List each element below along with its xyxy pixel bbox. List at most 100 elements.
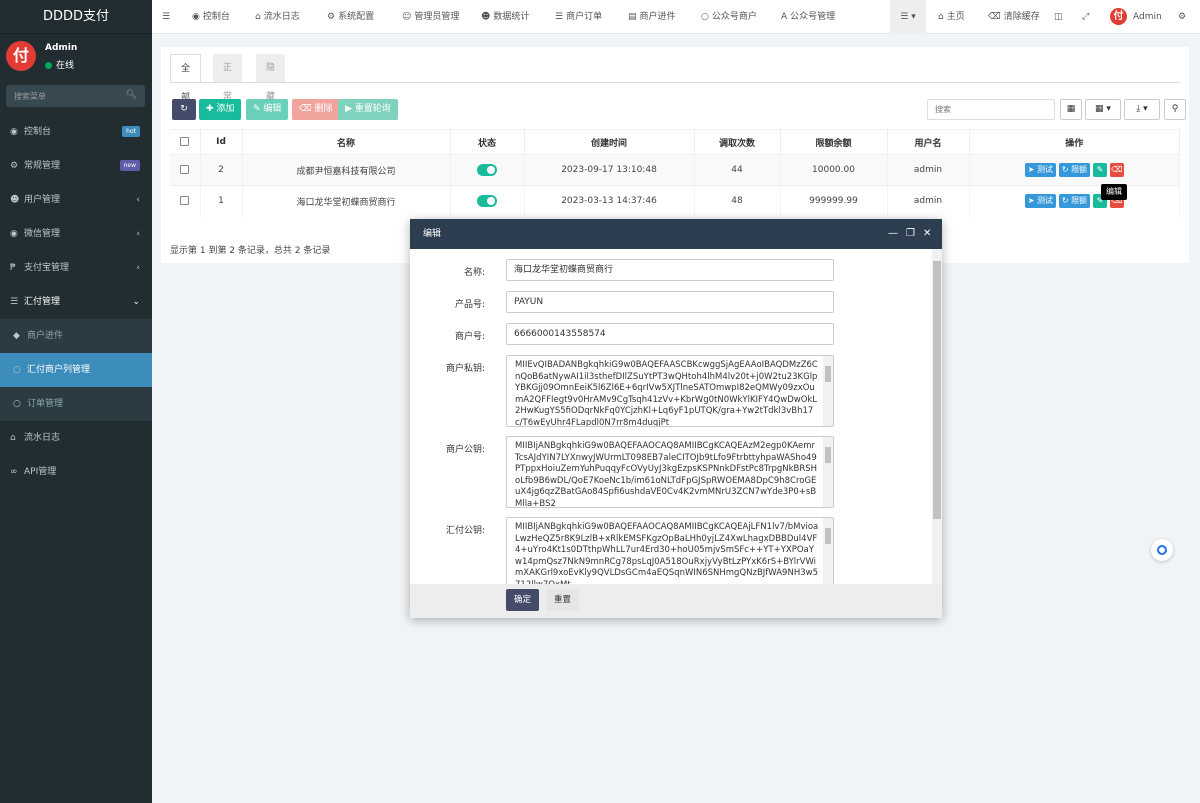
product-field[interactable]: PAYUN xyxy=(506,291,834,313)
circle-icon: ○ xyxy=(13,399,21,409)
link-icon: ∞ xyxy=(10,467,18,477)
product-label: 产品号: xyxy=(454,300,485,310)
refresh-button[interactable]: ↻ xyxy=(172,99,196,120)
limit-label: 限额 xyxy=(1071,165,1088,174)
tab-normal[interactable]: 正常 xyxy=(213,54,243,102)
delete-button[interactable]: ⌫ 删除 xyxy=(292,99,340,120)
limit-button[interactable]: ↻ 限额 xyxy=(1058,194,1091,209)
col-created[interactable]: 创建时间 xyxy=(524,129,695,155)
close-icon[interactable]: ✕ xyxy=(923,219,931,249)
topnav-onboarding[interactable]: ▤ 商户进件 xyxy=(628,0,676,34)
sidebar-item-huifu[interactable]: ☰ 汇付管理 ⌄ xyxy=(0,285,152,319)
topnav-clear-cache[interactable]: ⌫ 清除缓存 xyxy=(988,0,1040,34)
reset-button[interactable]: 重置 xyxy=(546,589,580,611)
edit-button[interactable]: ✎ 编辑 xyxy=(246,99,289,120)
sidebar-item-logs[interactable]: ⌂ 流水日志 xyxy=(0,421,152,455)
topnav-user[interactable]: 付 Admin xyxy=(1110,0,1162,34)
topnav-orders[interactable]: ☰ 商户订单 xyxy=(555,0,602,34)
topnav-label: 系统配置 xyxy=(338,12,375,22)
translate-icon[interactable]: ◫ xyxy=(1054,0,1063,34)
sidebar-subitem-onboarding[interactable]: ◆ 商户进件 xyxy=(0,319,152,353)
sidebar-search-input[interactable] xyxy=(6,85,145,107)
topnav-admins[interactable]: ☺ 管理员管理 xyxy=(402,0,459,34)
sync-icon: ↻ xyxy=(1061,196,1072,206)
pubkey-textarea[interactable]: MIIBIjANBgkqhkiG9w0BAQEFAAOCAQ8AMIIBCgKC… xyxy=(506,436,834,508)
topnav-label: 商户进件 xyxy=(639,12,676,22)
cell-name: 成都尹恒嘉科技有限公司 xyxy=(242,154,451,186)
select-all-checkbox[interactable] xyxy=(180,137,190,146)
settings-gear-icon[interactable]: ⚙ xyxy=(1178,0,1186,34)
limit-button[interactable]: ↻ 限额 xyxy=(1058,163,1091,177)
table-row[interactable]: 2 成都尹恒嘉科技有限公司 2023-09-17 13:10:48 44 100… xyxy=(170,154,1180,186)
status-toggle[interactable] xyxy=(477,195,497,208)
app-logo[interactable]: DDDD支付 xyxy=(0,0,152,34)
row-checkbox[interactable] xyxy=(180,196,190,206)
row-delete-button[interactable]: ⌫ xyxy=(1109,163,1124,177)
sidebar-item-users[interactable]: ☻ 用户管理 ‹ xyxy=(0,183,152,217)
modal-scrollbar[interactable] xyxy=(932,249,942,584)
table-row[interactable]: 1 海口龙华堂初蝶商贸商行 2023-03-13 14:37:46 48 999… xyxy=(170,185,1180,217)
topnav-dashboard[interactable]: ◉ 控制台 xyxy=(192,0,230,34)
sidebar-item-api[interactable]: ∞ API管理 xyxy=(0,455,152,489)
sidebar-item-label: 支付宝管理 xyxy=(24,263,70,273)
minimize-icon[interactable]: — xyxy=(888,219,898,249)
sidebar-subitem-orders[interactable]: ○ 订单管理 xyxy=(0,387,152,421)
maximize-icon[interactable]: ❐ xyxy=(906,219,915,249)
sidebar-submenu: ◆ 商户进件 ○ 汇付商户列管理 ○ 订单管理 xyxy=(0,319,152,421)
edit-label: 编辑 xyxy=(263,104,282,114)
cell-actions: ➤ 测试 ↻ 限额 ✎ ⌫ xyxy=(969,154,1180,186)
hfkey-textarea[interactable]: MIIBIjANBgkqhkiG9w0BAQEFAAOCAQ8AMIIBCgKC… xyxy=(506,517,834,584)
sidebar: DDDD支付 付 Admin 在线 🔍︎ ◉ 控制台 hot ⚙ 常规管理 new ☻ 用… xyxy=(0,0,152,803)
row-checkbox[interactable] xyxy=(180,165,190,174)
search-icon[interactable]: 🔍︎ xyxy=(126,90,137,100)
sidebar-item-dashboard[interactable]: ◉ 控制台 hot xyxy=(0,115,152,149)
test-button[interactable]: ➤ 测试 xyxy=(1024,194,1056,209)
export-button[interactable]: ⤓ ▾ xyxy=(1124,99,1160,120)
topnav-home[interactable]: ⌂ 主页 xyxy=(938,0,965,34)
fullscreen-icon[interactable]: ⤢ xyxy=(1082,0,1089,34)
sidebar-item-alipay[interactable]: ₱ 支付宝管理 ‹ xyxy=(0,251,152,285)
status-toggle[interactable] xyxy=(477,164,497,176)
merchant-field[interactable]: 6666000143558574 xyxy=(506,323,834,345)
name-field[interactable]: 海口龙华堂初蝶商贸商行 xyxy=(506,259,834,281)
caret-down-icon: ▾ xyxy=(911,12,916,22)
topnav-config[interactable]: ⚙ 系统配置 xyxy=(327,0,374,34)
users-icon: ☻ xyxy=(10,195,20,205)
menu-toggle-icon[interactable]: ☰ xyxy=(162,0,170,34)
textarea-scrollbar[interactable] xyxy=(823,518,833,584)
topnav-stats[interactable]: ☻ 数据统计 xyxy=(481,0,529,34)
tab-hidden[interactable]: 隐藏 xyxy=(256,54,286,102)
topnav-mp-manage[interactable]: A 公众号管理 xyxy=(781,0,835,34)
add-button[interactable]: ✚ 添加 xyxy=(199,99,242,120)
textarea-scrollbar[interactable] xyxy=(823,437,833,507)
table-view-button[interactable]: ▦ xyxy=(1060,99,1082,120)
topnav-mp-merchants[interactable]: ○ 公众号商户 xyxy=(701,0,757,34)
col-balance[interactable]: 限额余额 xyxy=(780,129,888,155)
tab-all[interactable]: 全部 xyxy=(170,54,202,103)
col-id[interactable]: Id xyxy=(200,129,243,155)
sidebar-item-general[interactable]: ⚙ 常规管理 new xyxy=(0,149,152,183)
textarea-scrollbar[interactable] xyxy=(823,356,833,426)
columns-button[interactable]: ▦ ▾ xyxy=(1085,99,1121,120)
table-search-input[interactable] xyxy=(928,100,1054,119)
sidebar-item-label: 汇付商户列管理 xyxy=(27,365,91,375)
menu-dropdown-button[interactable]: ☰ ▾ xyxy=(890,0,926,34)
col-user[interactable]: 用户名 xyxy=(887,129,970,155)
test-label: 测试 xyxy=(1036,196,1053,206)
sidebar-item-wechat[interactable]: ◉ 微信管理 ‹ xyxy=(0,217,152,251)
reset-poll-button[interactable]: ▶ 重置轮询 xyxy=(338,99,398,120)
advanced-search-button[interactable]: ⚲ xyxy=(1164,99,1186,120)
sync-icon: ↻ xyxy=(1061,165,1072,174)
col-calls[interactable]: 调取次数 xyxy=(694,129,781,155)
col-actions: 操作 xyxy=(969,129,1180,155)
chat-bubble-icon[interactable] xyxy=(1151,539,1173,561)
topnav-logs[interactable]: ⌂ 流水日志 xyxy=(255,0,300,34)
col-name[interactable]: 名称 xyxy=(242,129,451,155)
sidebar-subitem-merchant-list[interactable]: ○ 汇付商户列管理 xyxy=(0,353,152,387)
scrollbar-thumb[interactable] xyxy=(933,261,941,519)
confirm-button[interactable]: 确定 xyxy=(506,589,540,611)
privkey-textarea[interactable]: MIIEvQIBADANBgkqhkiG9w0BAQEFAASCBKcwggSj… xyxy=(506,355,834,427)
col-status[interactable]: 状态 xyxy=(450,129,525,155)
test-button[interactable]: ➤ 测试 xyxy=(1024,163,1056,177)
row-edit-button[interactable]: ✎ xyxy=(1092,163,1107,177)
